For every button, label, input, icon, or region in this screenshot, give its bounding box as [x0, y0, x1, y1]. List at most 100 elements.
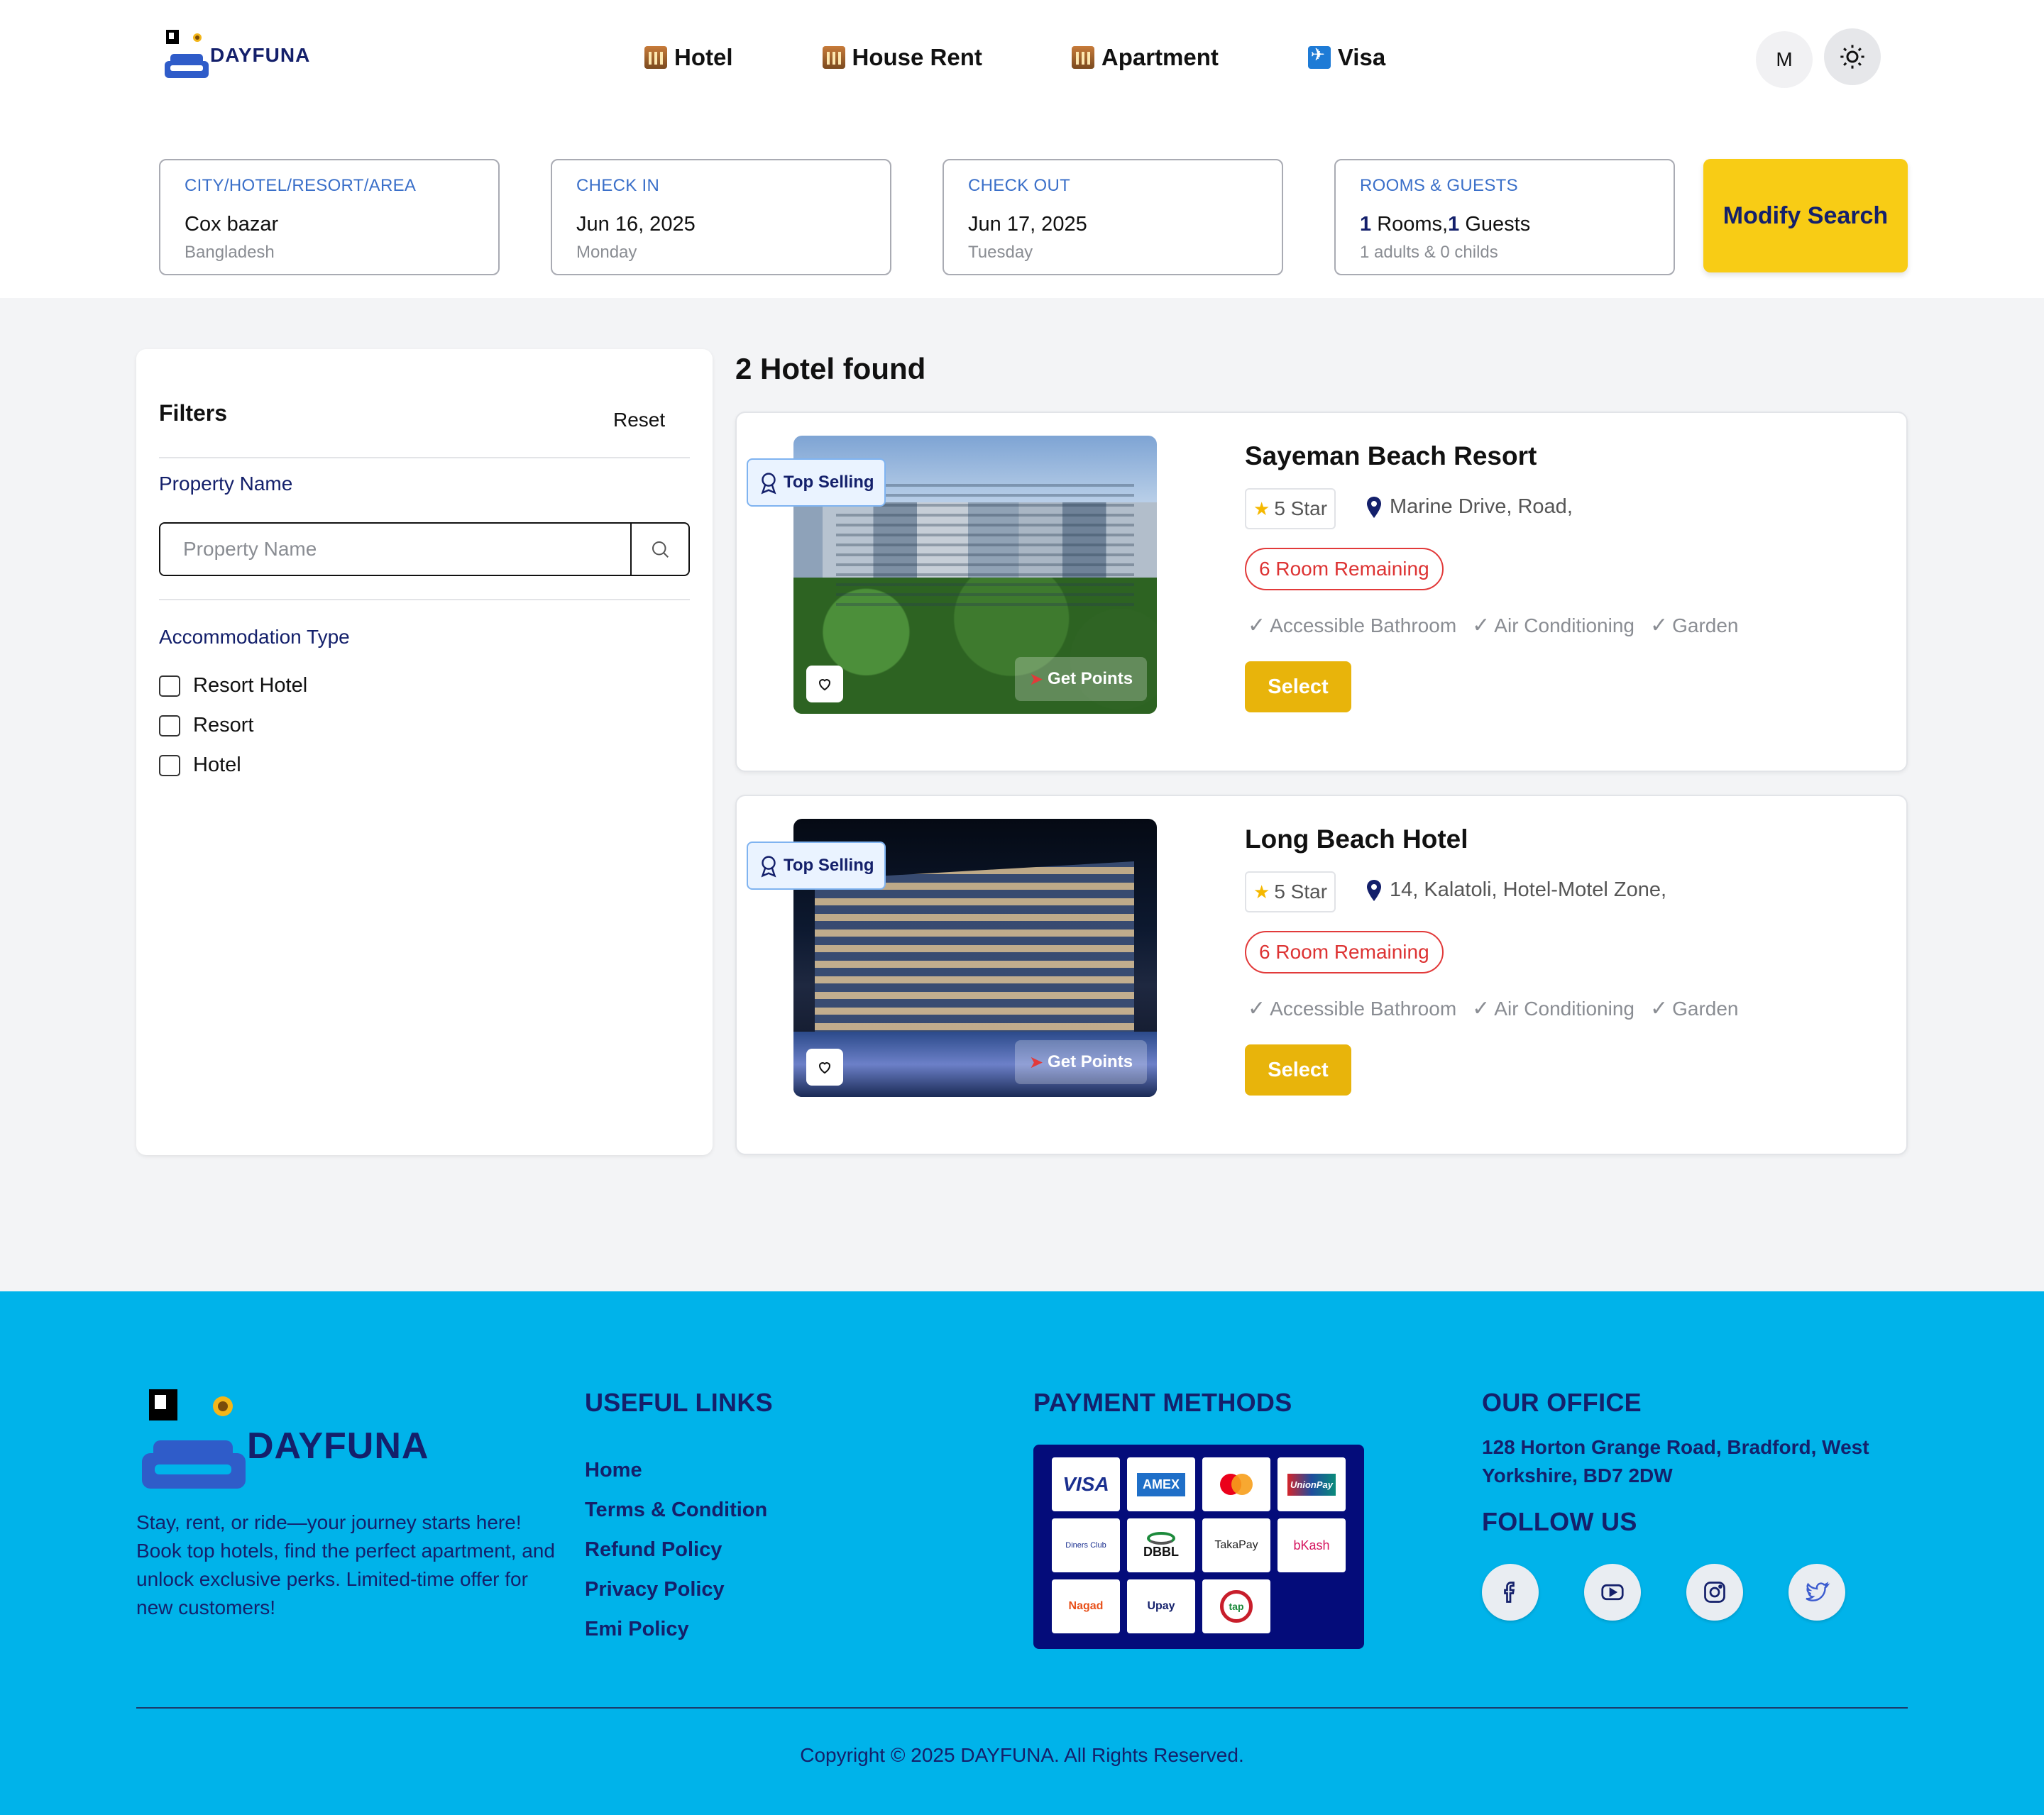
field-label: CHECK OUT — [968, 176, 1071, 195]
footer-link-home[interactable]: Home — [585, 1459, 642, 1482]
theme-toggle-button[interactable] — [1824, 28, 1881, 85]
heart-icon — [818, 1062, 831, 1074]
amenity-item: ✓ Air Conditioning — [1472, 613, 1634, 638]
property-name-heading: Property Name — [159, 473, 293, 495]
search-icon — [652, 541, 669, 558]
youtube-icon — [1601, 1584, 1624, 1601]
points-label: Get Points — [1048, 669, 1133, 688]
hotel-name[interactable]: Long Beach Hotel — [1245, 824, 1468, 854]
follow-us-heading: FOLLOW US — [1482, 1507, 1637, 1536]
social-facebook-button[interactable] — [1482, 1564, 1539, 1621]
star-rating: ★ 5 Star — [1245, 488, 1336, 529]
field-subtext: Bangladesh — [185, 243, 275, 262]
accommodation-option-hotel[interactable]: Hotel — [159, 754, 241, 777]
nav-item-visa[interactable]: Visa — [1307, 44, 1386, 71]
modify-search-button[interactable]: Modify Search — [1703, 159, 1908, 272]
footer-logo[interactable]: DAYFUNA — [139, 1385, 466, 1491]
hotel-name[interactable]: Sayeman Beach Resort — [1245, 441, 1537, 471]
unionpay-label: UnionPay — [1287, 1473, 1336, 1496]
map-pin-icon — [1367, 879, 1381, 901]
social-youtube-button[interactable] — [1584, 1564, 1641, 1621]
twitter-icon — [1806, 1582, 1830, 1601]
office-address: 128 Horton Grange Road, Bradford, West Y… — [1482, 1436, 1869, 1486]
amenity-label: Garden — [1672, 614, 1739, 636]
checkbox[interactable] — [159, 754, 180, 776]
results-area: Filters Reset Property Name Accommodatio… — [0, 298, 2044, 1291]
field-value: Jun 17, 2025 — [968, 213, 1087, 236]
amenity-item: ✓ Garden — [1650, 613, 1739, 638]
amenity-label: Garden — [1672, 997, 1739, 1020]
property-search-button[interactable] — [630, 524, 688, 575]
amenity-label: Accessible Bathroom — [1270, 997, 1457, 1020]
check-icon: ✓ — [1248, 614, 1266, 637]
guests-text: Guests — [1459, 213, 1531, 236]
payment-diners-club: Diners Club — [1052, 1518, 1120, 1572]
hotel-card: ➤ Get Points Top Selling Long Beach Hotel… — [735, 795, 1908, 1155]
amenity-label: Air Conditioning — [1494, 614, 1634, 636]
hotel-icon — [1071, 46, 1094, 69]
checkbox[interactable] — [159, 675, 180, 697]
get-points-badge: ➤ Get Points — [1015, 657, 1147, 701]
nav-item-label: Apartment — [1101, 44, 1219, 70]
hotel-icon — [822, 46, 845, 69]
field-value: 1 Rooms,1 Guests — [1360, 213, 1530, 236]
amex-label: AMEX — [1136, 1472, 1185, 1496]
check-icon: ✓ — [1472, 997, 1490, 1020]
payment-tap: tap — [1202, 1579, 1270, 1633]
checkout-field[interactable]: CHECK OUT Jun 17, 2025 Tuesday — [943, 159, 1283, 275]
field-subtext: Tuesday — [968, 243, 1033, 262]
footer-link-emi[interactable]: Emi Policy — [585, 1618, 689, 1641]
checkbox-label: Hotel — [193, 754, 241, 776]
payment-methods-panel: VISA AMEX UnionPay Diners Club DBBL Taka… — [1033, 1445, 1364, 1649]
payment-methods-heading: PAYMENT METHODS — [1033, 1388, 1292, 1417]
map-pin-icon — [1367, 496, 1381, 518]
star-rating: ★ 5 Star — [1245, 871, 1336, 912]
nav-item-apartment[interactable]: Apartment — [1071, 44, 1219, 71]
social-twitter-button[interactable] — [1788, 1564, 1845, 1621]
check-icon: ✓ — [1649, 614, 1669, 637]
top-selling-badge: Top Selling — [747, 842, 886, 890]
mastercard-logo — [1220, 1474, 1253, 1495]
footer-link-privacy[interactable]: Privacy Policy — [585, 1578, 725, 1601]
accommodation-option-resort-hotel[interactable]: Resort Hotel — [159, 674, 307, 697]
hotel-icon — [644, 46, 667, 69]
social-instagram-button[interactable] — [1686, 1564, 1743, 1621]
field-label: CITY/HOTEL/RESORT/AREA — [185, 176, 417, 195]
footer-link-refund[interactable]: Refund Policy — [585, 1538, 722, 1562]
top-selling-badge: Top Selling — [747, 458, 886, 507]
checkbox[interactable] — [159, 715, 180, 737]
location-field[interactable]: CITY/HOTEL/RESORT/AREA Cox bazar Banglad… — [159, 159, 500, 275]
copyright-text: Copyright © 2025 DAYFUNA. All Rights Res… — [800, 1744, 1244, 1766]
bird-icon: ➤ — [1028, 669, 1044, 689]
amenity-item: ✓ Air Conditioning — [1472, 996, 1634, 1021]
reset-filters-button[interactable]: Reset — [613, 409, 665, 431]
field-subtext: Monday — [576, 243, 637, 262]
nav-item-house-rent[interactable]: House Rent — [822, 44, 982, 71]
nav-item-label: Visa — [1337, 44, 1386, 70]
select-hotel-button[interactable]: Select — [1245, 1044, 1351, 1096]
filters-panel: Filters Reset Property Name Accommodatio… — [136, 349, 713, 1155]
payment-upay: Upay — [1127, 1579, 1195, 1633]
sun-icon — [1840, 45, 1864, 69]
payment-takapay: TakaPay — [1202, 1518, 1270, 1572]
user-avatar[interactable]: M — [1756, 31, 1813, 88]
field-value: Cox bazar — [185, 213, 279, 236]
select-hotel-button[interactable]: Select — [1245, 661, 1351, 712]
property-name-input[interactable] — [160, 524, 630, 575]
dbbl-mark — [1147, 1531, 1175, 1545]
our-office-heading: OUR OFFICE — [1482, 1388, 1642, 1417]
rooms-guests-field[interactable]: ROOMS & GUESTS 1 Rooms,1 Guests 1 adults… — [1334, 159, 1675, 275]
checkbox-label: Resort — [193, 714, 254, 737]
guests-count: 1 — [1448, 213, 1460, 236]
checkin-field[interactable]: CHECK IN Jun 16, 2025 Monday — [551, 159, 891, 275]
nav-item-hotel[interactable]: Hotel — [644, 44, 733, 71]
favorite-button[interactable] — [806, 1049, 843, 1086]
amenity-label: Accessible Bathroom — [1270, 614, 1457, 636]
checkbox-label: Resort Hotel — [193, 674, 308, 697]
accommodation-option-resort[interactable]: Resort — [159, 714, 253, 737]
brand-logo[interactable]: DAYFUNA — [162, 27, 309, 84]
payment-dbbl: DBBL — [1127, 1518, 1195, 1572]
footer-link-terms[interactable]: Terms & Condition — [585, 1499, 767, 1522]
dbbl-label: DBBL — [1143, 1544, 1179, 1559]
favorite-button[interactable] — [806, 666, 843, 702]
